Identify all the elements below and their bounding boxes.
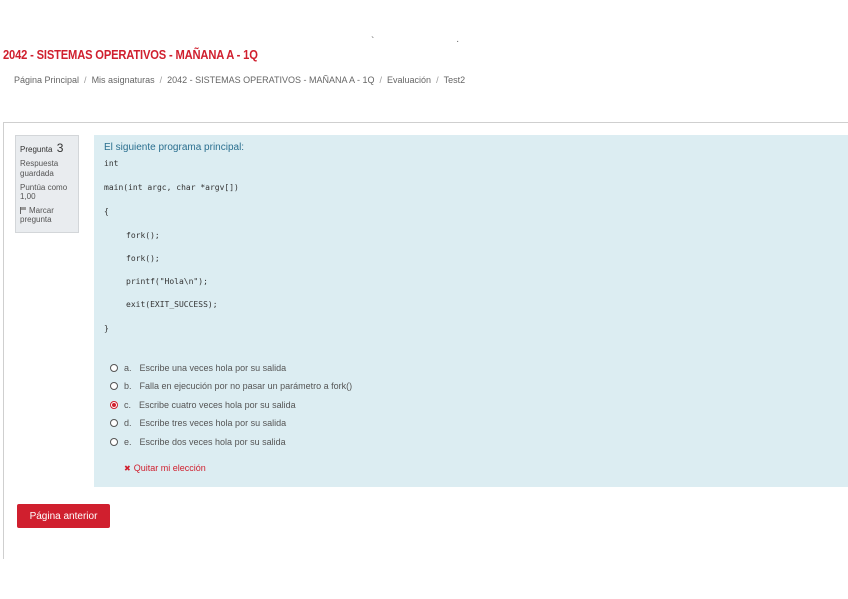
header-mark: ` [371,36,375,47]
code-line: exit(EXIT_SUCCESS); [126,300,218,309]
close-icon: ✖ [124,463,131,473]
code-line: } [104,324,109,333]
breadcrumb-item-test[interactable]: Test2 [444,75,466,85]
flag-question-link[interactable]: Marcar pregunta [20,206,74,225]
radio-button[interactable] [110,419,118,427]
question-info: Pregunta 3 Respuesta guardada Puntúa com… [15,135,79,233]
radio-button-selected[interactable] [110,401,118,409]
question-prompt: El siguiente programa principal: [104,142,245,153]
previous-page-button[interactable]: Página anterior [17,504,110,528]
option-text: Escribe una veces hola por su salida [139,363,287,373]
code-line: printf("Hola\n"); [126,277,208,286]
answer-option-e[interactable]: e. Escribe dos veces hola por su salida [110,437,286,447]
question-content: El siguiente programa principal: int mai… [94,135,848,487]
option-letter: b. [124,381,132,391]
answer-option-b[interactable]: b. Falla en ejecución por no pasar un pa… [110,381,352,391]
answer-option-d[interactable]: d. Escribe tres veces hola por su salida [110,418,286,428]
option-text: Escribe dos veces hola por su salida [139,437,286,447]
breadcrumb-item-evaluation[interactable]: Evaluación [387,75,431,85]
question-score: Puntúa como 1,00 [20,182,68,202]
breadcrumb-separator: / [159,75,163,85]
header-mark: · [456,36,460,47]
breadcrumb-separator: / [379,75,383,85]
code-line: main(int argc, char *argv[]) [104,183,239,192]
code-line: fork(); [126,254,160,263]
breadcrumb-item-home[interactable]: Página Principal [14,75,79,85]
option-text: Escribe tres veces hola por su salida [139,418,287,428]
option-letter: c. [124,400,132,410]
option-text: Falla en ejecución por no pasar un parám… [139,381,353,391]
breadcrumb-item-courses[interactable]: Mis asignaturas [92,75,155,85]
page-title: 2042 - SISTEMAS OPERATIVOS - MAÑANA A - … [3,47,258,62]
radio-button[interactable] [110,382,118,390]
option-letter: d. [124,418,132,428]
code-line: int [104,159,119,168]
clear-choice-link[interactable]: ✖ Quitar mi elección [124,463,206,473]
radio-button[interactable] [110,364,118,372]
option-text: Escribe cuatro veces hola por su salida [139,400,296,410]
answer-option-c[interactable]: c. Escribe cuatro veces hola por su sali… [110,400,296,410]
breadcrumb-item-course[interactable]: 2042 - SISTEMAS OPERATIVOS - MAÑANA A - … [167,75,374,85]
option-letter: e. [124,437,132,447]
breadcrumb-separator: / [84,75,87,85]
code-line: { [104,207,109,216]
option-letter: a. [124,363,132,373]
breadcrumb: Página Principal / Mis asignaturas / 2042 - … [14,75,465,85]
flag-icon [20,206,27,214]
radio-button[interactable] [110,438,118,446]
question-number: Pregunta 3 [20,141,64,155]
breadcrumb-separator: / [436,75,439,85]
question-status: Respuesta guardada [20,159,59,178]
code-line: fork(); [126,231,160,240]
answer-option-a[interactable]: a. Escribe una veces hola por su salida [110,363,286,373]
